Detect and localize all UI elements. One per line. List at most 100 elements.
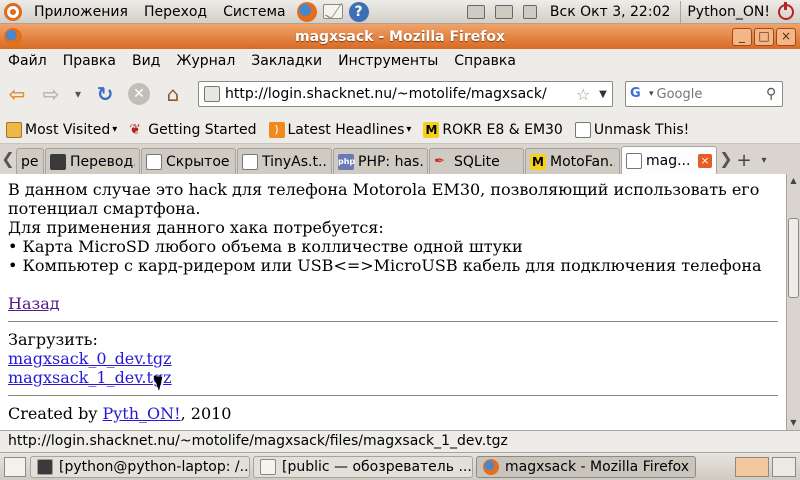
menu-edit[interactable]: Правка (55, 53, 124, 69)
workspace-2[interactable] (772, 456, 796, 477)
menu-system[interactable]: Система (215, 4, 293, 20)
bookmark-rokr[interactable]: M ROKR E8 & EM30 (417, 121, 568, 138)
power-icon[interactable] (778, 1, 794, 20)
taskbar-item-firefox[interactable]: magxsack - Mozilla Firefox (476, 455, 696, 478)
url-dropdown-icon[interactable]: ▼ (594, 89, 612, 100)
bookmark-most-visited[interactable]: Most Visited ▾ (0, 121, 123, 138)
scroll-thumb[interactable] (788, 218, 799, 298)
paragraph-line: Для применения данного хака потребуется: (8, 218, 384, 237)
close-window-button[interactable]: × (776, 27, 796, 46)
paragraph-line: В данном случае это hack для телефона Mo… (8, 180, 760, 199)
list-item: • Компьютер с кард-ридером или USB<=>Mic… (8, 256, 762, 275)
sqlite-favicon-icon: ✒ (434, 153, 445, 169)
search-bar[interactable]: G ▾ ⚲ (625, 81, 783, 107)
scroll-tabs-left-icon[interactable]: ❮ (0, 146, 16, 174)
paragraph-line: потенциал смартфона. (8, 199, 201, 218)
menu-file[interactable]: Файл (0, 53, 55, 69)
bookmark-getting-started[interactable]: ❦ Getting Started (123, 122, 262, 138)
menu-bookmarks[interactable]: Закладки (243, 53, 330, 69)
page-favicon-icon (242, 153, 258, 170)
footer-text: Created by Pyth_ON!, 2010 (8, 404, 778, 423)
menubar: Файл Правка Вид Журнал Закладки Инструме… (0, 49, 800, 72)
vertical-scrollbar[interactable]: ▲ ▼ (786, 174, 800, 430)
tab[interactable]: M MotoFan... (525, 148, 620, 174)
download-link-1[interactable]: magxsack_1_dev.tgz (8, 368, 172, 387)
tab-label: MotoFan... (550, 153, 615, 170)
menu-history[interactable]: Журнал (168, 53, 243, 69)
minimize-button[interactable]: _ (732, 27, 752, 46)
bookmark-label: Most Visited (25, 121, 111, 138)
reload-button[interactable]: ↻ (91, 80, 119, 108)
url-text[interactable]: http://login.shacknet.nu/~motolife/magxs… (225, 86, 576, 102)
workspace-1[interactable] (735, 456, 769, 477)
stop-icon: ✕ (128, 83, 150, 105)
show-desktop-icon[interactable] (4, 456, 26, 477)
search-input[interactable] (656, 86, 766, 102)
volume-icon[interactable] (522, 4, 537, 19)
scroll-tabs-right-icon[interactable]: ❯ (718, 146, 734, 174)
terminal-icon (37, 458, 53, 475)
menu-help[interactable]: Справка (446, 53, 524, 69)
site-identity-icon[interactable] (204, 86, 220, 102)
help-launcher-icon[interactable]: ? (348, 1, 369, 22)
close-tab-icon[interactable]: × (698, 153, 712, 168)
footer-suffix: , 2010 (180, 404, 232, 423)
google-engine-icon[interactable]: G (630, 86, 646, 102)
author-link[interactable]: Pyth_ON! (103, 404, 181, 423)
bookmark-latest-headlines[interactable]: ) Latest Headlines ▾ (263, 121, 418, 138)
tab-list-icon[interactable]: ▾ (754, 148, 774, 174)
tab[interactable]: ре... (16, 148, 44, 174)
taskbar-label: [public — обозреватель ... (282, 458, 472, 475)
menu-applications[interactable]: Приложения (26, 4, 136, 20)
history-dropdown-icon[interactable]: ▾ (71, 80, 85, 108)
menu-view[interactable]: Вид (124, 53, 168, 69)
user-menu[interactable]: Python_ON! (681, 4, 776, 20)
back-button[interactable]: ⇦ (3, 80, 31, 108)
tab[interactable]: Скрытое... (141, 148, 236, 174)
bottom-panel: [python@python-laptop: /... [public — об… (0, 452, 800, 480)
mail-indicator-icon[interactable] (466, 4, 485, 19)
bookmark-unmask-this[interactable]: Unmask This! (569, 121, 695, 138)
network-icon[interactable] (494, 4, 513, 19)
firefox-launcher-icon[interactable] (296, 1, 317, 22)
scroll-up-icon[interactable]: ▲ (787, 174, 800, 188)
ubuntu-logo-icon[interactable] (4, 2, 22, 21)
clock[interactable]: Вск Окт 3, 22:02 (542, 4, 678, 20)
stop-button[interactable]: ✕ (125, 80, 153, 108)
php-favicon-icon: php (338, 153, 355, 170)
folder-icon (260, 458, 276, 475)
new-tab-icon[interactable]: + (734, 148, 754, 174)
chevron-down-icon: ▾ (406, 124, 412, 135)
page-favicon-icon (626, 152, 642, 169)
tab-label: Скрытое... (166, 153, 231, 170)
tab-active[interactable]: mag... × (621, 146, 717, 174)
page-content: В данном случае это hack для телефона Mo… (0, 174, 786, 430)
chevron-down-icon: ▾ (112, 124, 118, 135)
taskbar-item-terminal[interactable]: [python@python-laptop: /... (30, 455, 250, 478)
back-link[interactable]: Назад (8, 294, 60, 313)
bookmark-label: ROKR E8 & EM30 (442, 121, 563, 138)
page-icon (574, 121, 591, 138)
mail-launcher-icon[interactable] (322, 4, 343, 19)
tab[interactable]: Перевод... (45, 148, 140, 174)
url-bar[interactable]: http://login.shacknet.nu/~motolife/magxs… (198, 81, 613, 107)
search-engine-dropdown-icon[interactable]: ▾ (649, 89, 654, 99)
tab[interactable]: TinyAs.t... (237, 148, 332, 174)
maximize-button[interactable]: □ (754, 27, 774, 46)
forward-button[interactable]: ⇨ (37, 80, 65, 108)
tab[interactable]: ✒ SQLite (429, 148, 524, 174)
home-button[interactable]: ⌂ (159, 80, 187, 108)
tab[interactable]: php PHP: has... (333, 148, 428, 174)
search-icon[interactable]: ⚲ (766, 86, 782, 102)
taskbar-item-file-browser[interactable]: [public — обозреватель ... (253, 455, 473, 478)
menu-places[interactable]: Переход (136, 4, 215, 20)
motorola-favicon-icon: M (530, 153, 546, 170)
menu-tools[interactable]: Инструменты (330, 53, 446, 69)
bookmark-star-icon[interactable]: ☆ (576, 85, 594, 104)
scroll-down-icon[interactable]: ▼ (787, 416, 800, 430)
bookmark-label: Unmask This! (593, 121, 690, 138)
taskbar-label: magxsack - Mozilla Firefox (505, 458, 690, 475)
window-titlebar[interactable]: magxsack - Mozilla Firefox _ □ × (0, 24, 800, 49)
download-link-0[interactable]: magxsack_0_dev.tgz (8, 349, 172, 368)
motorola-icon: M (423, 121, 440, 138)
